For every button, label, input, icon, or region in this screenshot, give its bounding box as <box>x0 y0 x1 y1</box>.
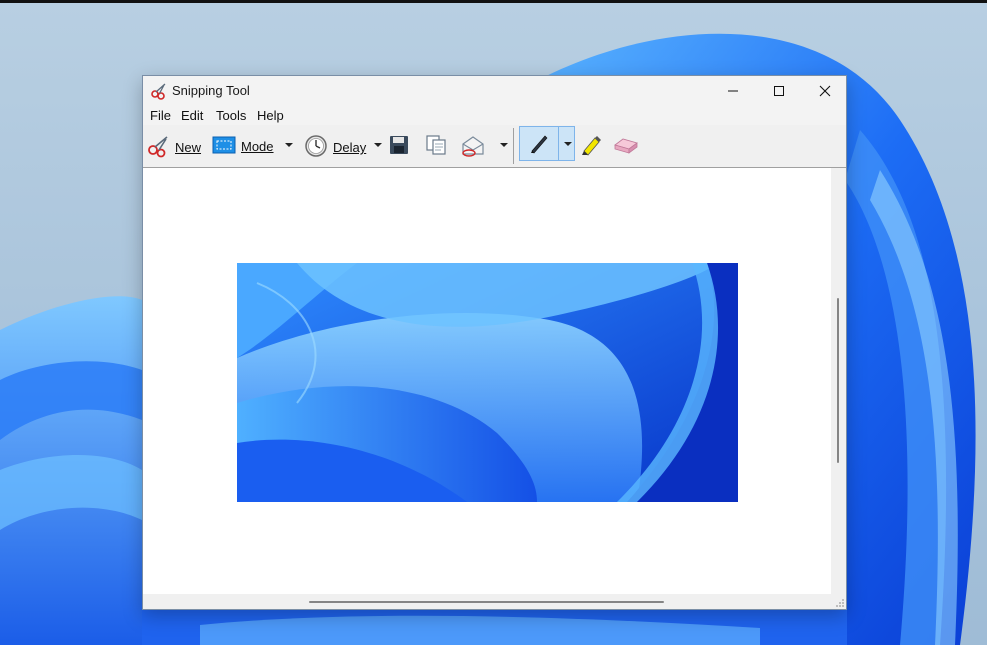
copy-icon <box>425 134 447 159</box>
menu-tools[interactable]: Tools <box>216 108 246 123</box>
save-button[interactable] <box>389 135 409 158</box>
scissors-icon <box>146 134 170 161</box>
copy-button[interactable] <box>425 134 447 159</box>
close-icon <box>819 85 831 96</box>
mode-label: Mode <box>241 139 274 154</box>
delay-dropdown-icon[interactable] <box>374 143 382 147</box>
clock-icon <box>304 134 328 161</box>
toolbar: New Mode Delay <box>143 125 846 168</box>
mode-dropdown-icon[interactable] <box>285 143 293 147</box>
send-dropdown-icon[interactable] <box>500 143 508 147</box>
horizontal-scroll-thumb[interactable] <box>309 601 664 603</box>
close-button[interactable] <box>802 76 848 105</box>
maximize-icon <box>774 85 784 96</box>
toolbar-separator <box>513 128 514 164</box>
pen-button[interactable] <box>519 126 575 161</box>
menu-file[interactable]: File <box>150 108 171 123</box>
menu-edit[interactable]: Edit <box>181 108 203 123</box>
new-label: New <box>175 140 202 155</box>
horizontal-scrollbar[interactable] <box>143 594 831 609</box>
menu-bar: File Edit Tools Help <box>143 105 846 125</box>
rectangle-snip-icon <box>212 134 236 159</box>
snip-canvas[interactable] <box>143 168 831 594</box>
mode-button[interactable]: Mode <box>212 134 274 159</box>
snipping-tool-window: Snipping Tool File Edit Tools Help New M… <box>142 75 847 610</box>
vertical-scrollbar[interactable] <box>831 168 846 594</box>
highlighter-button[interactable] <box>579 133 603 160</box>
pen-dropdown-icon[interactable] <box>564 142 572 146</box>
delay-button[interactable]: Delay <box>304 134 366 161</box>
eraser-icon <box>613 135 639 158</box>
window-title: Snipping Tool <box>172 83 250 98</box>
envelope-icon <box>460 134 486 161</box>
maximize-button[interactable] <box>756 76 802 105</box>
title-bar[interactable]: Snipping Tool <box>143 76 846 105</box>
minimize-icon <box>728 90 738 91</box>
resize-grip-icon[interactable] <box>831 594 846 609</box>
menu-help[interactable]: Help <box>257 108 284 123</box>
minimize-button[interactable] <box>710 76 756 105</box>
highlighter-icon <box>579 133 603 160</box>
send-snip-button[interactable] <box>460 134 486 161</box>
delay-label: Delay <box>333 140 367 155</box>
captured-snip-image <box>237 263 738 502</box>
pen-split-divider <box>558 127 559 160</box>
new-snip-button[interactable]: New <box>146 134 201 161</box>
eraser-button[interactable] <box>613 135 639 158</box>
pen-icon <box>528 132 550 159</box>
scissors-icon <box>150 82 168 100</box>
vertical-scroll-thumb[interactable] <box>837 298 839 463</box>
floppy-disk-icon <box>389 135 409 158</box>
